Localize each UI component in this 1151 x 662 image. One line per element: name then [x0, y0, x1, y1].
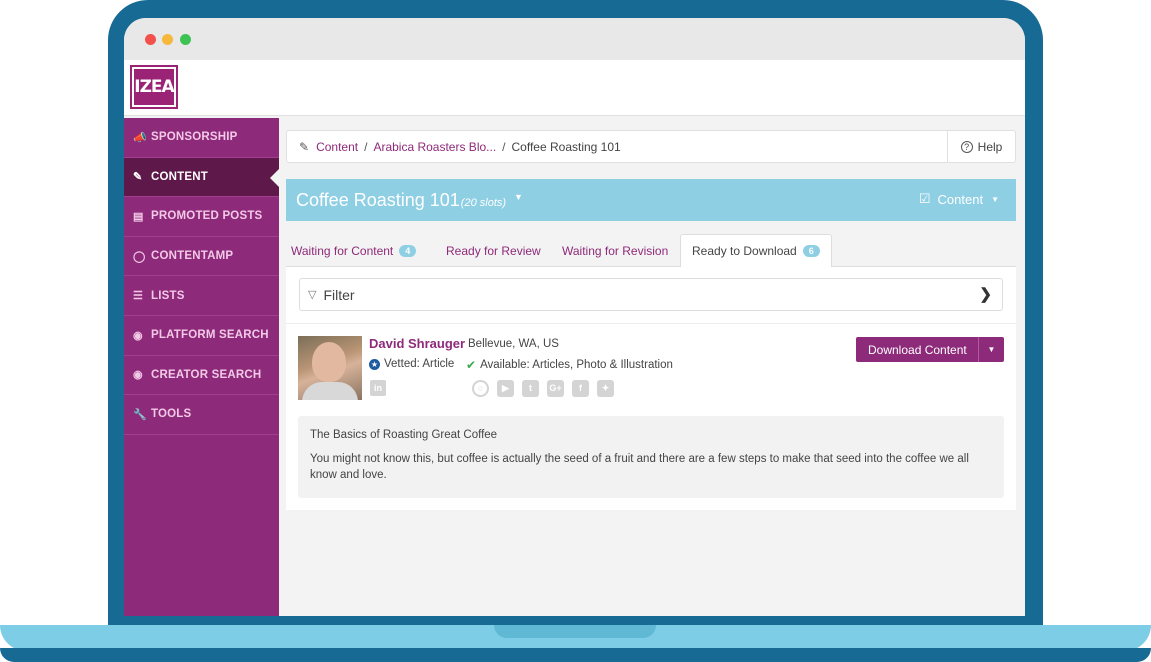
- chevron-down-icon: ▼: [991, 194, 999, 204]
- page-title: Coffee Roasting 101: [296, 189, 460, 210]
- sidebar-item-creator-search[interactable]: ◉ CREATOR SEARCH: [124, 356, 279, 396]
- availability-label: Available: Articles, Photo & Illustratio…: [480, 359, 673, 371]
- sidebar-item-contentamp[interactable]: ◯ CONTENTAMP: [124, 237, 279, 277]
- twitter-icon[interactable]: ✦: [597, 380, 614, 397]
- page-title-bar: Coffee Roasting 101 (20 slots) ▼ ☑ Conte…: [286, 179, 1016, 221]
- tab-waiting-for-revision[interactable]: Waiting for Revision: [562, 234, 668, 267]
- tab-ready-to-download[interactable]: Ready to Download 6: [680, 234, 832, 268]
- content-panel: ▽ Filter ❯ David Shrauger Bellevue, WA, …: [286, 267, 1016, 510]
- laptop-base-shadow: [0, 648, 1151, 662]
- chevron-down-icon[interactable]: ▼: [979, 345, 1004, 354]
- vetted-status: ★ Vetted: Article: [369, 358, 454, 370]
- slot-count: (20 slots): [460, 196, 507, 209]
- content-title: The Basics of Roasting Great Coffee: [310, 429, 498, 441]
- breadcrumb-separator: /: [364, 139, 368, 154]
- content-dropdown[interactable]: ☑ Content ▼: [919, 191, 999, 207]
- google-plus-icon[interactable]: G+: [547, 380, 564, 397]
- availability-status: ✔ Available: Articles, Photo & Illustrat…: [466, 358, 673, 372]
- clipboard-check-icon: ☑: [918, 191, 931, 206]
- avatar[interactable]: [298, 336, 362, 400]
- creator-location: Bellevue, WA, US: [468, 338, 559, 350]
- breadcrumb-separator: /: [502, 139, 506, 154]
- social-icons: ○ ▶ t G+ f ✦: [472, 380, 622, 397]
- question-icon: ?: [960, 140, 973, 153]
- laptop-notch: [494, 625, 656, 638]
- checkmark-icon: ✔: [466, 358, 477, 372]
- pencil-icon: ✎: [133, 171, 143, 184]
- download-content-label: Download Content: [868, 342, 967, 357]
- promoted-icon: ▤: [133, 210, 144, 223]
- youtube-icon[interactable]: ▶: [497, 380, 514, 397]
- tumblr-icon[interactable]: t: [522, 380, 539, 397]
- creator-name[interactable]: David Shrauger: [369, 336, 465, 351]
- sidebar-item-label: CONTENT: [151, 170, 208, 183]
- screen: IZEA 📣 SPONSORSHIP ✎ CONTENT ▤ PROMOTED …: [124, 18, 1025, 616]
- sidebar-item-content[interactable]: ✎ CONTENT: [124, 157, 279, 198]
- count-badge: 4: [399, 244, 417, 257]
- izea-logo[interactable]: IZEA: [130, 65, 178, 109]
- facebook-icon[interactable]: f: [572, 380, 589, 397]
- count-badge: 6: [802, 245, 820, 257]
- minimize-window-button[interactable]: [162, 34, 173, 45]
- sidebar-item-label: CREATOR SEARCH: [151, 368, 262, 381]
- divider: [286, 323, 1016, 324]
- browser-bar: [124, 18, 1025, 60]
- sidebar-item-platform-search[interactable]: ◉ PLATFORM SEARCH: [124, 316, 279, 356]
- sidebar-item-tools[interactable]: 🔧 TOOLS: [124, 395, 279, 435]
- tab-label: Waiting for Content: [291, 243, 394, 258]
- tab-waiting-for-content[interactable]: Waiting for Content 4: [291, 234, 417, 267]
- content-preview: The Basics of Roasting Great Coffee You …: [298, 416, 1004, 498]
- filter-label: Filter: [323, 286, 355, 303]
- content-body: You might not know this, but coffee is a…: [310, 453, 969, 481]
- sidebar: 📣 SPONSORSHIP ✎ CONTENT ▤ PROMOTED POSTS…: [124, 118, 279, 616]
- sidebar-item-label: CONTENTAMP: [151, 250, 234, 263]
- chevron-right-icon[interactable]: ❯: [979, 285, 992, 303]
- breadcrumb-link-content[interactable]: Content: [316, 140, 358, 154]
- search-icon: ◉: [133, 329, 143, 342]
- filter-bar[interactable]: ▽ Filter ❯: [299, 278, 1003, 311]
- sidebar-item-label: PLATFORM SEARCH: [151, 329, 269, 342]
- tab-ready-for-review[interactable]: Ready for Review: [446, 234, 541, 267]
- sidebar-item-lists[interactable]: ☰ LISTS: [124, 276, 279, 316]
- amp-icon: ◯: [133, 250, 146, 263]
- star-badge-icon: ★: [369, 358, 380, 370]
- help-button[interactable]: ? Help: [947, 131, 1015, 162]
- sidebar-item-sponsorship[interactable]: 📣 SPONSORSHIP: [124, 118, 279, 158]
- main-content: ✎ Content / Arabica Roasters Blo... / Co…: [279, 118, 1025, 616]
- creator-search-icon: ◉: [133, 369, 143, 382]
- breadcrumb-link-campaign[interactable]: Arabica Roasters Blo...: [373, 140, 496, 154]
- app-header: IZEA: [124, 60, 1025, 116]
- sidebar-item-label: SPONSORSHIP: [151, 131, 238, 144]
- content-dropdown-label: Content: [937, 191, 984, 207]
- maximize-window-button[interactable]: [180, 34, 191, 45]
- linkedin-icon[interactable]: in: [370, 380, 386, 396]
- sidebar-item-promoted-posts[interactable]: ▤ PROMOTED POSTS: [124, 197, 279, 237]
- sidebar-item-label: TOOLS: [151, 408, 192, 421]
- megaphone-icon: 📣: [133, 131, 147, 144]
- tab-label: Ready to Download: [692, 244, 797, 258]
- status-tabs: Waiting for Content 4 Ready for Review W…: [286, 234, 1016, 268]
- tab-label: Ready for Review: [446, 243, 541, 258]
- download-content-button[interactable]: Download Content ▼: [856, 337, 1004, 362]
- instagram-icon[interactable]: ○: [472, 380, 489, 397]
- close-window-button[interactable]: [145, 34, 156, 45]
- pencil-icon: ✎: [299, 139, 310, 154]
- help-label: Help: [977, 139, 1003, 154]
- breadcrumb-current: Coffee Roasting 101: [511, 139, 621, 154]
- vetted-label: Vetted: Article: [384, 358, 455, 370]
- sidebar-item-label: PROMOTED POSTS: [151, 210, 263, 223]
- tab-label: Waiting for Revision: [562, 243, 669, 258]
- sidebar-item-label: LISTS: [151, 289, 185, 302]
- wrench-icon: 🔧: [133, 408, 147, 421]
- chevron-down-icon[interactable]: ▼: [514, 192, 523, 202]
- breadcrumb: ✎ Content / Arabica Roasters Blo... / Co…: [286, 130, 1016, 163]
- list-icon: ☰: [133, 290, 144, 303]
- funnel-icon: ▽: [308, 289, 317, 301]
